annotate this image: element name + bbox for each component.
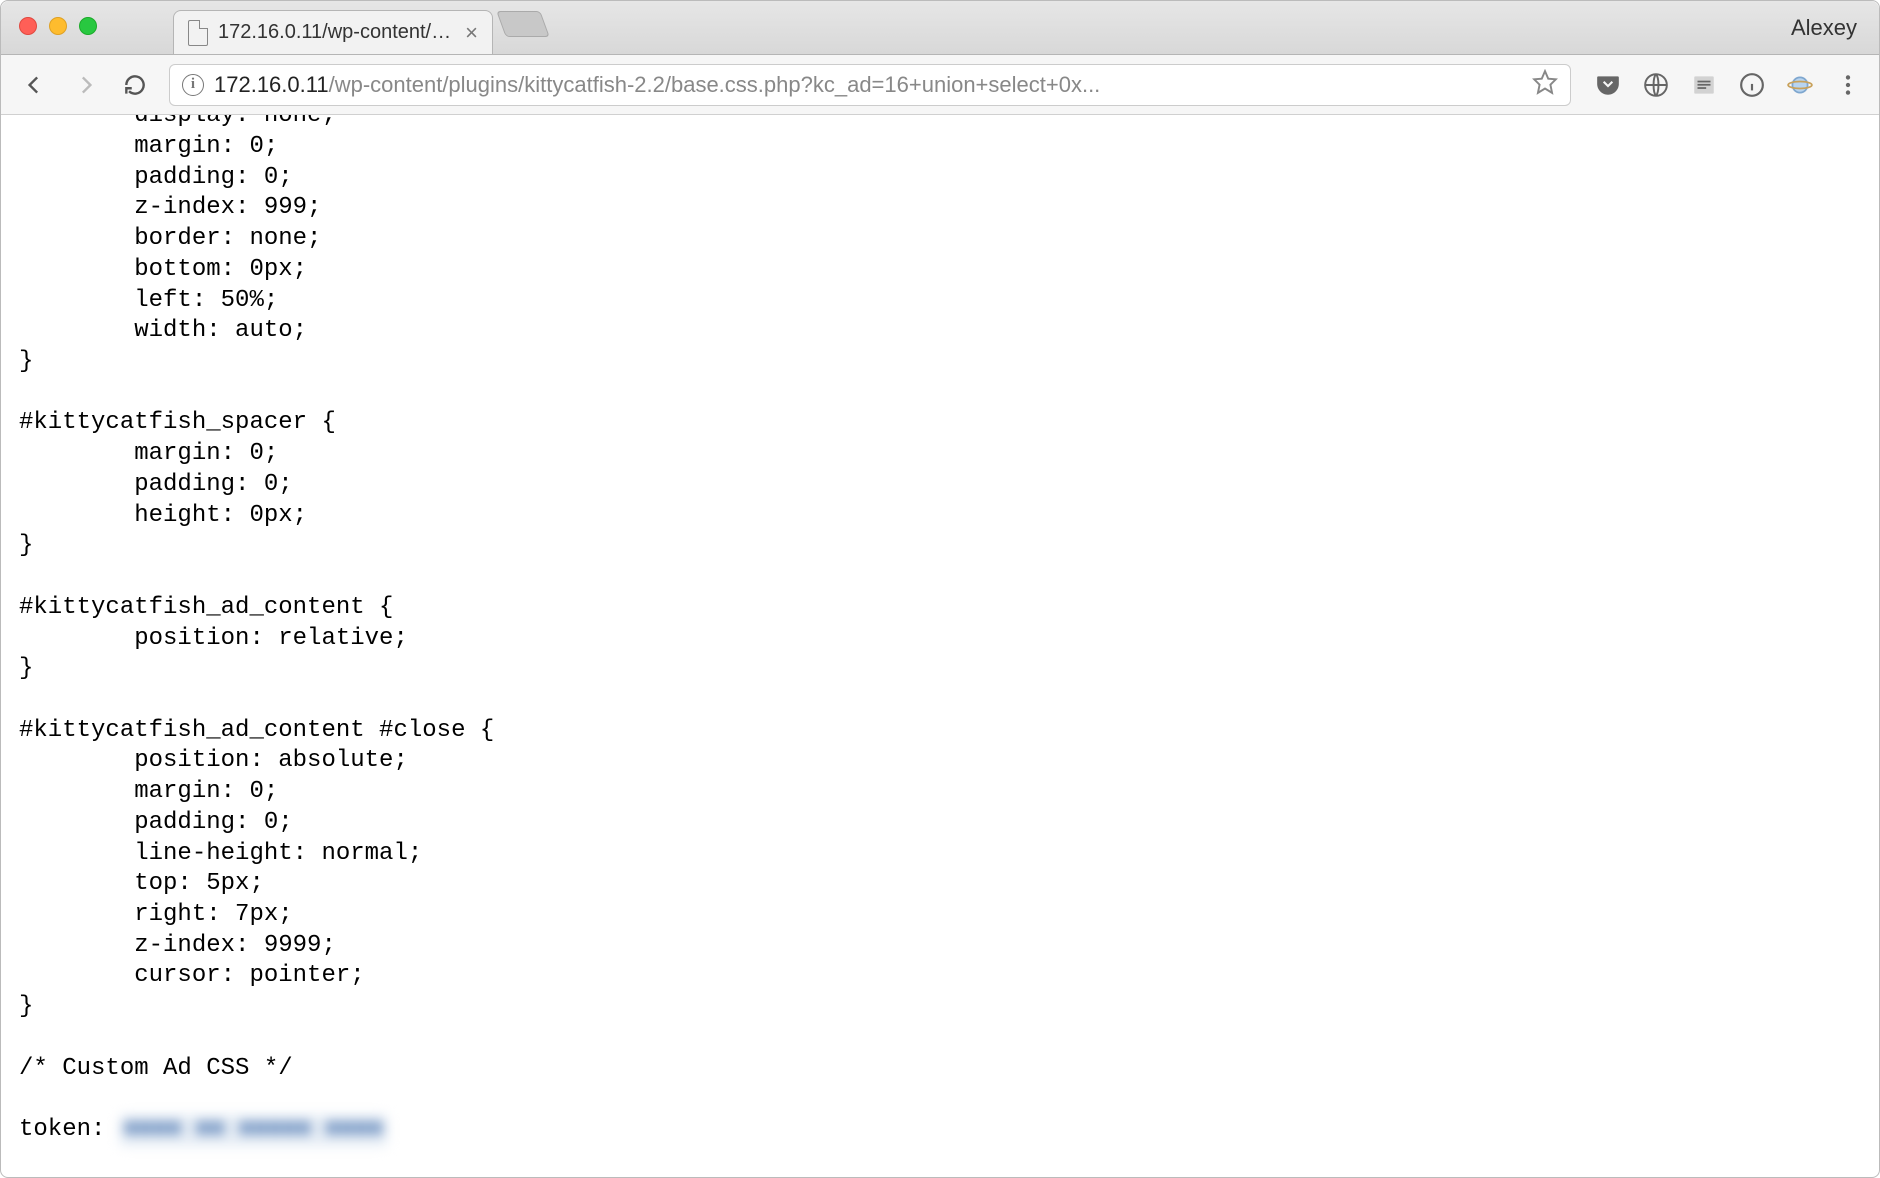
- code-line: /* Custom Ad CSS */: [19, 1055, 293, 1082]
- new-tab-button[interactable]: [496, 11, 549, 37]
- code-line: }: [19, 993, 33, 1020]
- close-tab-icon[interactable]: ×: [465, 22, 478, 44]
- menu-icon[interactable]: [1835, 72, 1861, 98]
- code-line: margin: 0;: [19, 133, 278, 160]
- code-line: #kittycatfish_spacer {: [19, 409, 336, 436]
- code-line: position: absolute;: [19, 747, 408, 774]
- bookmark-star-icon[interactable]: [1532, 69, 1558, 100]
- code-line: bottom: 0px;: [19, 256, 307, 283]
- code-line: }: [19, 655, 33, 682]
- url-host: 172.16.0.11: [214, 72, 329, 97]
- minimize-window-button[interactable]: [49, 17, 67, 35]
- code-line: margin: 0;: [19, 778, 278, 805]
- profile-name[interactable]: Alexey: [1791, 15, 1857, 41]
- fullscreen-window-button[interactable]: [79, 17, 97, 35]
- code-line: z-index: 9999;: [19, 932, 336, 959]
- code-line: width: auto;: [19, 317, 307, 344]
- info-circle-icon[interactable]: [1739, 72, 1765, 98]
- code-line: }: [19, 532, 33, 559]
- code-line: position: relative;: [19, 625, 408, 652]
- code-line: margin: 0;: [19, 440, 278, 467]
- code-line: left: 50%;: [19, 287, 278, 314]
- code-line: border: none;: [19, 225, 321, 252]
- close-window-button[interactable]: [19, 17, 37, 35]
- token-redacted: ■■■■ ■■ ■■■■■ ■■■■: [120, 1115, 387, 1146]
- code-line: #kittycatfish_ad_content {: [19, 594, 393, 621]
- globe-icon[interactable]: [1643, 72, 1669, 98]
- browser-tab[interactable]: 172.16.0.11/wp-content/plugi ×: [173, 10, 493, 54]
- page-content: display: none; margin: 0; padding: 0; z-…: [1, 115, 1879, 1177]
- code-line: cursor: pointer;: [19, 962, 365, 989]
- back-button[interactable]: [19, 69, 51, 101]
- reader-icon[interactable]: [1691, 72, 1717, 98]
- pocket-icon[interactable]: [1595, 72, 1621, 98]
- browser-toolbar: i 172.16.0.11/wp-content/plugins/kittyca…: [1, 55, 1879, 115]
- code-line: line-height: normal;: [19, 840, 422, 867]
- reload-button[interactable]: [119, 69, 151, 101]
- file-icon: [188, 20, 208, 46]
- url-text: 172.16.0.11/wp-content/plugins/kittycatf…: [214, 72, 1522, 98]
- window-controls: [19, 17, 97, 35]
- code-line: top: 5px;: [19, 870, 264, 897]
- window-titlebar: 172.16.0.11/wp-content/plugi × Alexey: [1, 1, 1879, 55]
- code-line: height: 0px;: [19, 502, 307, 529]
- code-line: padding: 0;: [19, 164, 293, 191]
- code-line: #kittycatfish_ad_content #close {: [19, 717, 494, 744]
- code-line: right: 7px;: [19, 901, 293, 928]
- address-bar[interactable]: i 172.16.0.11/wp-content/plugins/kittyca…: [169, 64, 1571, 106]
- tab-title: 172.16.0.11/wp-content/plugi: [218, 21, 455, 44]
- code-line: display: none;: [19, 115, 336, 132]
- code-line: padding: 0;: [19, 471, 293, 498]
- code-line: }: [19, 348, 33, 375]
- site-info-icon[interactable]: i: [182, 74, 204, 96]
- planet-icon[interactable]: [1787, 72, 1813, 98]
- url-path: /wp-content/plugins/kittycatfish-2.2/bas…: [329, 72, 1101, 97]
- forward-button[interactable]: [69, 69, 101, 101]
- toolbar-extension-icons: [1595, 72, 1861, 98]
- code-line: padding: 0;: [19, 809, 293, 836]
- code-line: z-index: 999;: [19, 194, 321, 221]
- token-label: token:: [19, 1116, 120, 1143]
